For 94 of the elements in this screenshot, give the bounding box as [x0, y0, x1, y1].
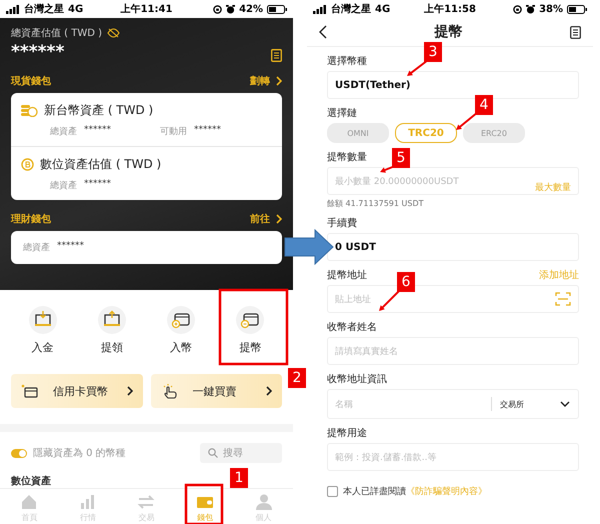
document-icon[interactable]: [570, 26, 581, 38]
pointer-arrow: [407, 59, 429, 76]
field-label: 總資產: [50, 180, 77, 192]
signal-icon: [313, 4, 327, 14]
field-label: 收幣地址資訊: [327, 372, 387, 386]
balance-note: 餘額 41.71137591 USDT: [327, 198, 425, 209]
field-value: ******: [57, 241, 84, 253]
chain-option[interactable]: TRC20: [395, 123, 457, 143]
wallet-minus-icon: [236, 306, 264, 334]
field-label: 提幣數量: [327, 151, 367, 164]
chain-option[interactable]: ERC20: [463, 123, 525, 143]
chevron-right-icon: [276, 214, 282, 224]
rotation-lock-icon: [513, 4, 522, 14]
chevron-right-icon: [266, 386, 272, 396]
wallet-plus-icon: [167, 306, 196, 334]
action-button[interactable]: 提幣: [220, 306, 280, 374]
field-value: ******: [84, 179, 111, 191]
step-number: 3: [424, 42, 442, 62]
carrier-name: 台灣之星: [331, 2, 371, 16]
chain-option[interactable]: OMNI: [327, 123, 389, 143]
action-button[interactable]: 提領: [82, 306, 142, 374]
step-number: 1: [230, 468, 248, 488]
clock-time: 上午11:41: [120, 2, 172, 16]
highlight-frame: [184, 484, 224, 524]
step-number: 4: [475, 95, 493, 115]
deposit-icon: [28, 306, 57, 334]
hand-tap-icon: [160, 383, 178, 399]
field-label: 收幣者姓名: [327, 320, 377, 334]
go-link[interactable]: 前往: [250, 212, 270, 226]
pointer-arrow: [379, 289, 401, 311]
clock-time: 上午11:58: [424, 2, 476, 16]
search-field[interactable]: 搜尋: [200, 443, 282, 463]
text-field[interactable]: 請填寫真實姓名: [327, 337, 579, 365]
toggle-label: 隱藏資產為 0 的幣種: [33, 446, 126, 460]
section-title: 現貨錢包: [11, 74, 51, 88]
signal-icon: [6, 4, 20, 14]
max-amount-button[interactable]: 最大數量: [535, 181, 571, 194]
battery-percent: 42%: [239, 4, 263, 14]
transfer-link[interactable]: 劃轉: [250, 74, 270, 88]
section-title: 數位資產: [11, 476, 51, 487]
chevron-right-icon: [126, 386, 132, 396]
promo-button[interactable]: 信用卡買幣: [11, 374, 142, 408]
field-label: 手續費: [327, 216, 357, 230]
carrier-name: 台灣之星: [24, 2, 64, 16]
alarm-icon: [226, 4, 236, 14]
value-field[interactable]: 0 USDT: [327, 233, 579, 261]
toggle-switch[interactable]: [11, 448, 27, 458]
withdraw-icon: [98, 306, 126, 334]
field-label: 總資產: [50, 126, 77, 138]
network-type: 4G: [68, 4, 84, 14]
checkbox[interactable]: [327, 486, 338, 497]
field-label: 選擇鏈: [327, 107, 357, 120]
step-number: 2: [288, 368, 306, 388]
transition-arrow: [284, 228, 334, 266]
battery-percent: 38%: [539, 4, 563, 14]
text-field[interactable]: 範例：投資.儲蓄.借款..等: [327, 443, 579, 471]
card-icon: [21, 384, 39, 398]
battery-icon: [267, 4, 287, 14]
alarm-icon: [526, 4, 536, 14]
eye-slash-icon[interactable]: [107, 28, 120, 38]
add-address-link[interactable]: 添加地址: [539, 268, 579, 282]
action-button[interactable]: 入金: [12, 306, 73, 374]
asset-title: 新台幣資產 ( TWD ): [44, 102, 154, 119]
back-icon[interactable]: [319, 25, 327, 39]
address-field[interactable]: 貼上地址: [327, 285, 579, 313]
field-label: 提幣用途: [327, 427, 367, 440]
statement-link[interactable]: 《防詐騙聲明內容》: [406, 487, 487, 497]
step-number: 5: [392, 148, 410, 168]
section-title: 理財錢包: [11, 212, 51, 226]
promo-button[interactable]: 一鍵買賣: [150, 374, 282, 408]
total-assets-label: 總資產估值 ( TWD ): [11, 26, 102, 40]
document-icon[interactable]: [271, 49, 282, 62]
asset-title: 數位資產估值 ( TWD ): [40, 156, 162, 173]
page-title: 提幣: [434, 23, 462, 41]
search-icon: [208, 448, 218, 458]
consent-text: 本人已詳盡閱讀《防詐騙聲明內容》: [343, 486, 487, 498]
field-value: ******: [84, 125, 111, 137]
battery-icon: [567, 4, 587, 14]
bitcoin-coin-icon: [21, 158, 34, 171]
field-label: 提幣地址: [327, 268, 367, 282]
field-label: 總資產: [23, 242, 50, 254]
network-type: 4G: [375, 4, 390, 14]
value-field[interactable]: USDT(Tether): [327, 71, 579, 99]
action-button[interactable]: 入幣: [151, 306, 212, 374]
total-assets-value: ******: [11, 42, 64, 62]
field-label: 可動用: [160, 126, 187, 138]
tab-bar-item[interactable]: 錢包: [185, 492, 226, 523]
step-number: 6: [397, 272, 415, 292]
field-label: 選擇幣種: [327, 55, 367, 68]
rotation-lock-icon: [213, 4, 222, 14]
chevron-right-icon: [276, 76, 282, 86]
person-icon: [254, 492, 274, 512]
coins-icon: [21, 104, 38, 117]
field-value: ******: [194, 125, 221, 137]
